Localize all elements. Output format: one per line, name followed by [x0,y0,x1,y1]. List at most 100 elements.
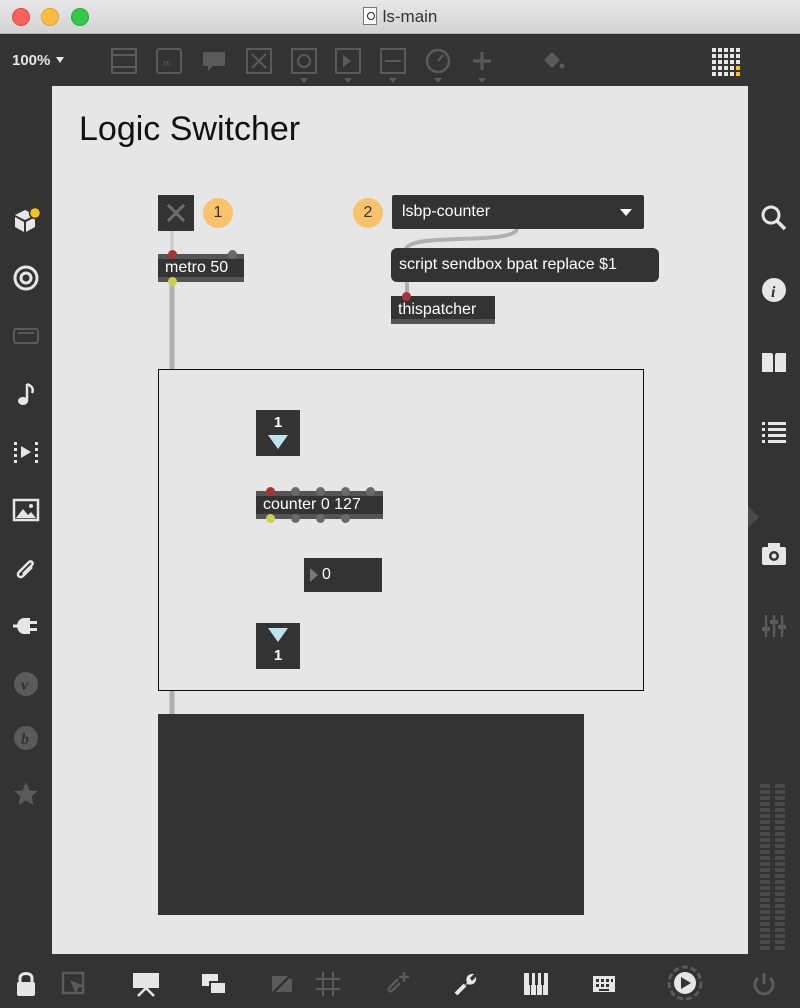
grid-snap-off-icon[interactable] [268,970,296,998]
step-badge-2: 2 [353,198,383,228]
paperclip-icon[interactable] [12,554,40,582]
presentation-icon[interactable] [132,970,160,998]
toggle-x-icon [166,203,186,223]
counter-outlet-1[interactable] [266,514,275,523]
new-slider-dropdown[interactable] [380,48,406,83]
document-icon [362,7,377,25]
vimeo-v-icon[interactable]: v [12,670,40,698]
package-icon[interactable] [12,206,40,234]
paint-bucket-icon[interactable] [540,48,566,74]
svg-text:i: i [771,284,776,301]
computer-keyboard-icon[interactable] [590,970,618,998]
video-clip-icon[interactable] [12,438,40,466]
counter-inlet-2[interactable] [291,487,300,496]
piano-keyboard-icon[interactable] [522,970,550,998]
camera-icon[interactable] [760,540,788,568]
metro-inlet-1[interactable] [168,250,177,259]
metro-object-text: metro 50 [165,259,229,276]
new-message-icon[interactable]: m [156,48,182,74]
max-patcher-window: ls-main 100% m v b i Logic Switcher 1 me… [0,0,800,1008]
dial-object-icon [425,48,451,74]
counter-outlet-4[interactable] [341,514,350,523]
music-note-icon[interactable] [12,380,40,408]
umenu-selected-value: lsbp-counter [402,203,491,220]
new-number-dropdown[interactable] [335,48,361,83]
audio-on-play-icon[interactable] [666,964,704,1002]
metro-outlet[interactable] [168,277,177,286]
number-box-value: 0 [322,566,331,583]
window-title-area: ls-main [0,7,800,27]
level-meter-right [775,784,785,952]
counter-inlet-4[interactable] [341,487,350,496]
outlet-number: 1 [273,647,283,664]
add-object-dropdown[interactable] [469,48,495,83]
new-button-dropdown[interactable] [291,48,317,83]
thispatcher-object-text: thispatcher [398,301,477,318]
bpatcher-select-umenu[interactable]: lsbp-counter [392,195,644,229]
outlet-bar [391,319,495,324]
metro-toggle[interactable] [158,195,194,231]
windows-icon[interactable] [200,970,228,998]
counter-outlet-2[interactable] [291,514,300,523]
image-icon[interactable] [12,496,40,524]
counter-inlet-5[interactable] [366,487,375,496]
display-panel [158,714,584,915]
counter-object[interactable]: counter 0 127 [256,487,383,523]
svg-text:m: m [163,57,171,69]
grid-presentation-icon[interactable] [710,46,742,78]
plugin-icon[interactable] [12,612,40,640]
right-sidebar: i [748,86,800,960]
button-object-icon [291,48,317,74]
add-attachment-icon[interactable] [384,970,412,998]
reference-book-icon[interactable] [760,348,788,376]
plus-icon [473,52,491,70]
metro-inlet-2[interactable] [228,250,237,259]
search-icon[interactable] [760,204,788,232]
top-toolbar: 100% m [0,34,800,86]
bpatcher-frame[interactable]: 1 counter 0 127 0 1 [158,369,644,691]
zoom-menu[interactable]: 100% [12,52,65,69]
message-text: script sendbox bpat replace $1 [399,256,617,273]
sidebar-expand-arrow-icon[interactable] [748,506,760,528]
list-icon[interactable] [760,418,788,446]
down-triangle-icon [268,435,288,449]
mixer-sliders-icon[interactable] [760,612,788,640]
number-arrow-icon [310,568,318,582]
outlet-object-bottom[interactable]: 1 [256,623,300,669]
number-object-icon [335,48,361,74]
new-toggle-icon[interactable] [246,48,272,74]
thispatcher-object[interactable]: thispatcher [391,292,495,324]
step-badge-1: 1 [203,198,233,228]
lock-icon[interactable] [12,970,40,998]
counter-object-text: counter 0 127 [263,496,361,513]
patcher-canvas[interactable]: Logic Switcher 1 metro 50 2 lsbp-counter… [52,86,748,954]
edit-select-icon[interactable] [60,970,88,998]
new-comment-icon[interactable] [201,48,227,74]
star-icon[interactable] [12,780,40,808]
info-icon[interactable]: i [760,276,788,304]
audio-device-icon[interactable] [12,322,40,350]
new-object-icon[interactable] [111,48,137,74]
metro-object[interactable]: metro 50 [158,250,244,286]
script-message-box[interactable]: script sendbox bpat replace $1 [391,248,659,282]
counter-inlet-1[interactable] [266,487,275,496]
grid-icon[interactable] [314,970,342,998]
inlet-object-top[interactable]: 1 [256,410,300,456]
counter-outlet-3[interactable] [316,514,325,523]
thispatcher-inlet[interactable] [402,292,411,301]
wrench-icon[interactable] [452,970,480,998]
chevron-down-icon [56,57,65,63]
level-meter-left [760,784,770,952]
target-icon[interactable] [12,264,40,292]
beap-b-icon[interactable]: b [12,724,40,752]
new-dial-dropdown[interactable] [425,48,451,83]
zoom-level: 100% [12,52,51,69]
down-triangle-icon [268,628,288,642]
slider-object-icon [380,48,406,74]
power-icon[interactable] [750,970,778,998]
counter-inlet-3[interactable] [316,487,325,496]
inlet-number: 1 [273,414,283,431]
number-box[interactable]: 0 [304,558,382,592]
window-title: ls-main [382,7,438,26]
svg-text:b: b [21,731,29,748]
